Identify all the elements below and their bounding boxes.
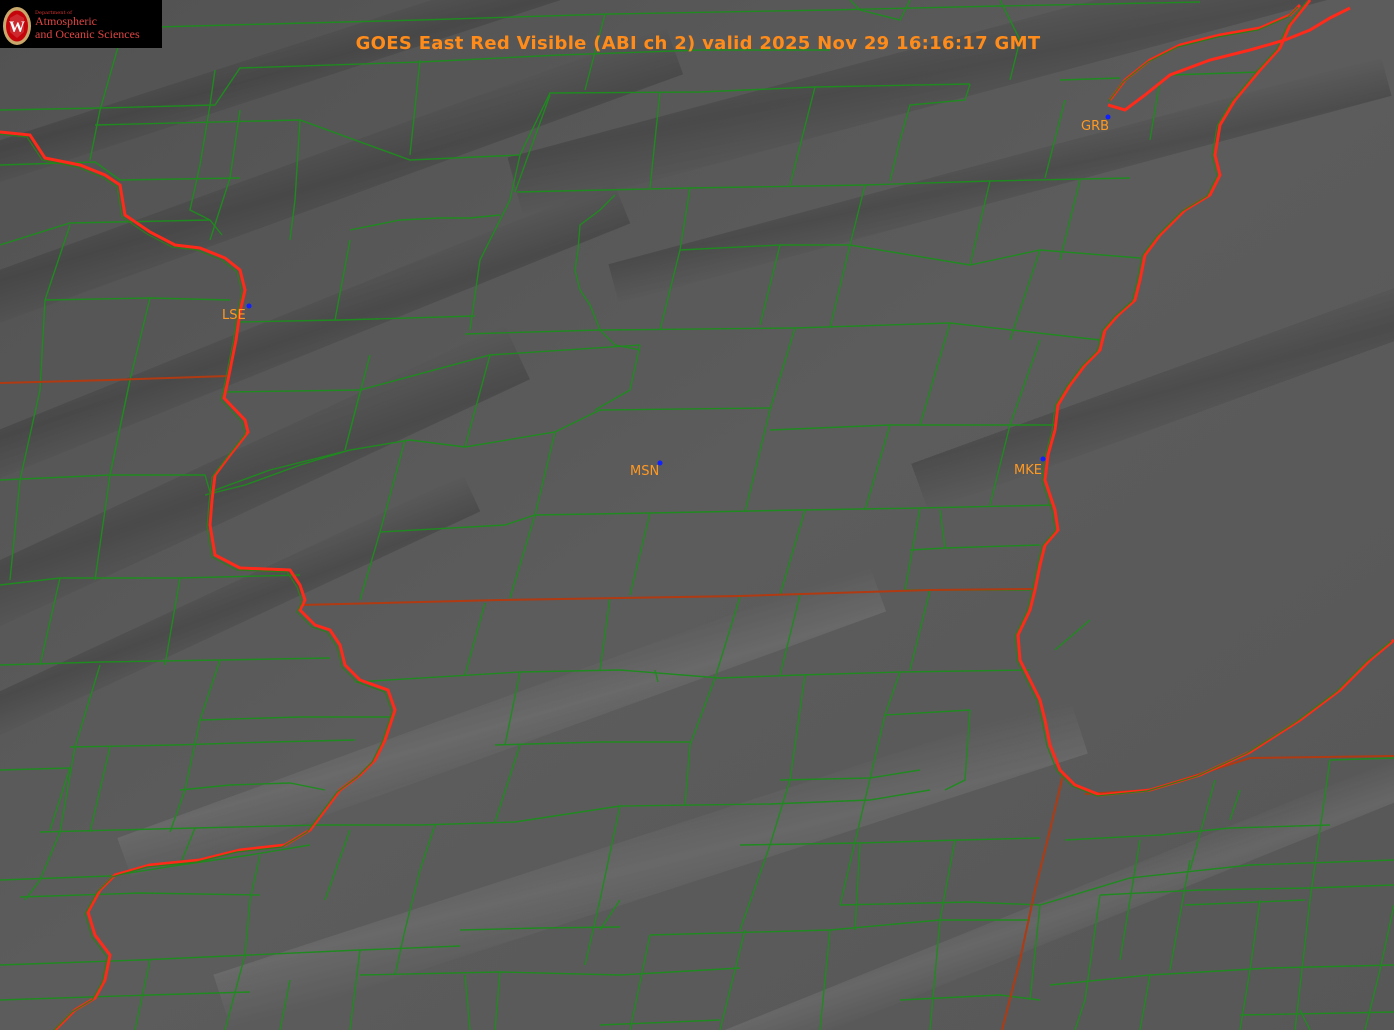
image-title-text: GOES East Red Visible (ABI ch 2) valid 2…	[355, 33, 1041, 54]
station-dot	[246, 303, 252, 309]
station-label-mke: MKE	[1014, 463, 1042, 478]
station-msn[interactable]: MSN	[630, 460, 663, 480]
station-dot	[1040, 456, 1046, 462]
station-label-lse: LSE	[222, 308, 246, 323]
station-label-grb: GRB	[1081, 119, 1109, 134]
image-title: GOES East Red Visible (ABI ch 2) valid 2…	[0, 33, 1394, 54]
satellite-image-viewer: LSE MSN MKE GRB W Department of Atmosphe…	[0, 0, 1394, 1030]
satellite-map: LSE MSN MKE GRB	[0, 0, 1394, 1030]
cloud-field	[0, 0, 1394, 1030]
station-label-msn: MSN	[630, 464, 659, 479]
